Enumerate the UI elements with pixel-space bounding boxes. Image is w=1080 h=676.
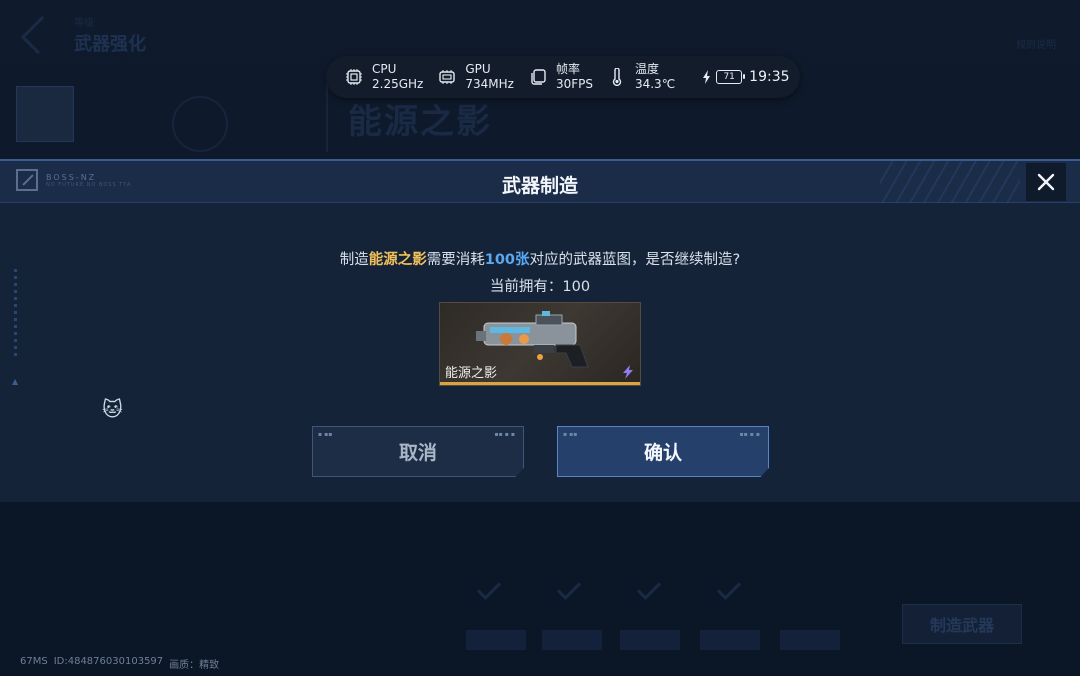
rules-link: 规则说明 [1016, 40, 1056, 51]
rarity-bar [440, 382, 640, 385]
energy-bolt-icon [623, 365, 633, 379]
check-icon [636, 575, 662, 601]
button-corner-mark: ▪▪ ▪ ▪ [494, 431, 515, 438]
material-slot [542, 630, 602, 650]
material-slot [466, 630, 526, 650]
graphics-quality: 画质：精致 [169, 660, 220, 671]
cpu-label: CPU [372, 62, 397, 76]
gpu-value: 734MHz [465, 77, 514, 91]
craft-message: 制造能源之影需要消耗100张对应的武器蓝图，是否继续制造? [0, 248, 1080, 269]
left-marker-icon: ▲ [12, 377, 19, 386]
gpu-label: GPU [465, 62, 491, 76]
cpu-icon [344, 67, 364, 87]
background-heading: 能源之影 [348, 102, 492, 142]
background-small-title: 等级 [74, 18, 94, 29]
cancel-label: 取消 [398, 442, 437, 464]
deco-circle [172, 96, 228, 152]
close-button[interactable] [1026, 163, 1066, 201]
gpu-stat: GPU 734MHz [437, 62, 514, 92]
message-mid: 需要消耗 [426, 252, 485, 268]
owned-label: 当前拥有： [489, 279, 563, 295]
temperature-stat: 温度 34.3℃ [607, 62, 675, 92]
button-corner-mark: ▪ ▪▪ [563, 431, 578, 438]
material-slot [620, 630, 680, 650]
cpu-value: 2.25GHz [372, 77, 424, 91]
check-icon [716, 575, 742, 601]
background-bottom-panel: 制造武器 [0, 504, 1080, 676]
ping-value: 67MS [20, 656, 48, 667]
clock: 19:35 [749, 69, 790, 85]
thermometer-icon [607, 67, 627, 87]
material-slot [780, 630, 840, 650]
button-corner-mark: ▪ ▪▪ [318, 431, 333, 438]
debug-footer: 67MS ID:484876030103597 画质：精致 [20, 656, 219, 671]
battery-level: 71 [723, 72, 735, 82]
gpu-icon [437, 67, 457, 87]
weapon-thumbnail [16, 86, 74, 142]
battery-status: 71 19:35 [703, 69, 790, 85]
cat-mascot-icon: 🐱 [102, 397, 123, 421]
craft-weapon-button: 制造武器 [902, 604, 1022, 644]
back-arrow-icon [20, 15, 60, 55]
craft-weapon-label: 制造武器 [929, 616, 994, 635]
performance-overlay: CPU 2.25GHz GPU 734MHz 帧率 30FPS 温度 34.3℃ [326, 56, 800, 98]
material-slot [700, 630, 760, 650]
close-icon [1037, 173, 1055, 191]
message-weapon-name: 能源之影 [368, 252, 427, 268]
craft-dialog: BOSS-NZ NO FUTURE NO BOSS TTA 武器制造 ▲ 🐱 制… [0, 159, 1080, 502]
background-divider [326, 82, 328, 152]
message-suffix: 对应的武器蓝图，是否继续制造? [529, 252, 741, 268]
frames-icon [528, 67, 548, 87]
check-icon [476, 575, 502, 601]
confirm-label: 确认 [643, 442, 682, 464]
message-prefix: 制造 [339, 252, 369, 268]
confirm-button[interactable]: ▪ ▪▪ ▪▪ ▪ ▪ 确认 [557, 426, 769, 477]
background-title: 武器强化 [74, 34, 146, 55]
owned-value: 100 [562, 279, 591, 295]
weapon-card-name: 能源之影 [445, 366, 498, 381]
button-corner-mark: ▪▪ ▪ ▪ [739, 431, 760, 438]
temperature-label: 温度 [634, 62, 659, 76]
check-icon [556, 575, 582, 601]
cpu-stat: CPU 2.25GHz [344, 62, 423, 92]
owned-count: 当前拥有：100 [0, 275, 1080, 296]
charging-icon [703, 70, 711, 84]
cancel-button[interactable]: ▪ ▪▪ ▪▪ ▪ ▪ 取消 [312, 426, 524, 477]
fps-stat: 帧率 30FPS [528, 62, 593, 92]
temperature-value: 34.3℃ [634, 77, 676, 91]
header-stripes [880, 161, 1020, 203]
player-id: ID:484876030103597 [53, 656, 164, 667]
message-cost: 100张 [484, 252, 530, 268]
fps-label: 帧率 [555, 62, 580, 76]
fps-value: 30FPS [555, 77, 593, 91]
battery-icon: 71 [716, 70, 746, 84]
dialog-header: BOSS-NZ NO FUTURE NO BOSS TTA 武器制造 [0, 161, 1080, 203]
weapon-card: 能源之影 [439, 302, 641, 386]
